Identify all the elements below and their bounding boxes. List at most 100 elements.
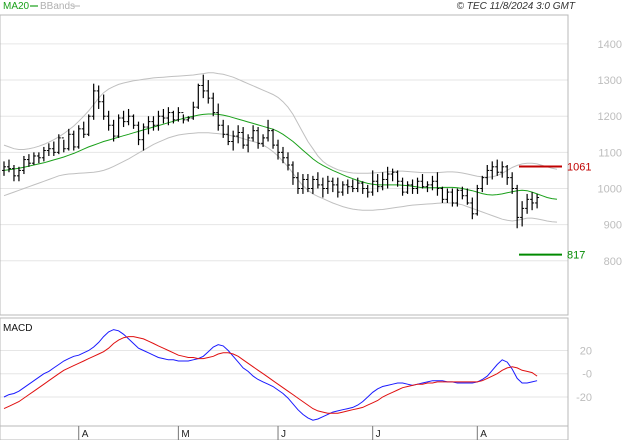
- macd-title: MACD: [3, 323, 32, 334]
- price-tick-label: 1200: [598, 111, 622, 123]
- price-bar: [535, 193, 540, 209]
- price-bar: [435, 172, 440, 196]
- price-bar: [510, 172, 515, 194]
- price-bar: [221, 119, 226, 138]
- price-tick-label: 900: [604, 220, 622, 232]
- price-bar: [191, 101, 196, 120]
- price-bar: [295, 172, 300, 194]
- price-tick-label: 1000: [598, 183, 622, 195]
- price-bar: [440, 186, 445, 203]
- price-bar: [246, 134, 251, 153]
- price-axis: 800 900 1000 1100 1200 1300 1400: [598, 39, 622, 268]
- price-tick-label: 1400: [598, 39, 622, 51]
- price-tick-label: 1100: [598, 147, 622, 159]
- price-bar: [91, 83, 96, 120]
- ma20-path: [3, 113, 558, 200]
- price-bar: [251, 125, 256, 142]
- price-bar: [320, 177, 325, 198]
- price-bar: [41, 146, 46, 162]
- price-bar: [46, 143, 51, 156]
- price-bar: [31, 152, 36, 165]
- price-bar: [21, 155, 26, 175]
- price-bar: [350, 179, 355, 193]
- macd-line: [3, 329, 538, 421]
- price-bar: [380, 172, 385, 191]
- price-bar: [450, 188, 455, 207]
- price-bar: [330, 177, 335, 193]
- price-bar: [400, 177, 405, 196]
- price-panel-frame: [0, 14, 569, 316]
- price-bar: [26, 154, 31, 167]
- price-bar: [365, 184, 370, 198]
- price-levels: 1061 817: [519, 161, 591, 262]
- price-bar: [445, 188, 450, 203]
- resistance-level-label: 1061: [567, 161, 591, 173]
- date-axis: AMJJA: [78, 426, 487, 440]
- macd-tick-label: -20: [576, 392, 592, 404]
- price-bar: [480, 175, 485, 193]
- price-bar: [61, 137, 66, 153]
- price-gridlines: [0, 43, 568, 262]
- macd-gridlines: [0, 350, 568, 398]
- price-bar: [36, 152, 41, 164]
- price-tick-label: 1300: [598, 75, 622, 87]
- ma20-line: [3, 113, 558, 200]
- price-bar: [495, 159, 500, 176]
- copyright-timestamp: © TEC 11/8/2024 3:0 GMT: [457, 1, 576, 12]
- price-bar: [11, 165, 16, 182]
- stock-chart: 1061 817 800 900 1000 1100 1200 1300 1400 20 -0 -…: [0, 1, 622, 440]
- price-bar: [285, 152, 290, 171]
- price-bar: [121, 110, 126, 128]
- price-bar: [325, 175, 330, 194]
- price-bar: [276, 139, 281, 160]
- price-bar: [51, 141, 56, 156]
- price-bar: [525, 193, 530, 214]
- price-bar: [76, 125, 81, 149]
- legend-bbands-label: BBands: [40, 1, 75, 12]
- price-bar: [281, 146, 285, 164]
- price-bar: [405, 181, 410, 194]
- price-bar: [420, 174, 425, 189]
- macd-tick-label: -0: [582, 369, 592, 381]
- price-bar: [335, 177, 340, 198]
- price-bars: [2, 74, 540, 229]
- price-bar: [360, 181, 365, 194]
- price-bar: [66, 128, 71, 151]
- price-bar: [425, 181, 430, 193]
- price-bar: [520, 201, 525, 227]
- bband-upper-line: [3, 72, 558, 178]
- price-bar: [126, 108, 131, 126]
- price-bar: [206, 80, 211, 104]
- month-tick-label: J: [281, 429, 286, 440]
- price-bar: [415, 177, 420, 194]
- support-level-label: 817: [567, 250, 585, 262]
- month-tick-label: A: [82, 429, 89, 440]
- price-bar: [196, 83, 201, 109]
- price-bar: [345, 179, 350, 194]
- price-bar: [485, 165, 490, 185]
- price-bar: [256, 127, 261, 149]
- price-bar: [106, 110, 111, 131]
- price-bar: [86, 114, 91, 137]
- legend-ma20-label: MA20: [3, 1, 30, 12]
- price-bar: [216, 103, 221, 131]
- price-bar: [236, 125, 241, 144]
- macd-panel-frame: [0, 317, 569, 427]
- price-bar: [310, 175, 315, 194]
- price-bar: [2, 161, 6, 176]
- price-bar: [370, 170, 375, 196]
- macd-tick-label: 20: [580, 346, 592, 358]
- bband-lower-line: [3, 132, 558, 223]
- price-bar: [266, 119, 271, 142]
- price-bar: [156, 110, 161, 131]
- price-bar: [141, 123, 146, 151]
- price-bar: [530, 192, 535, 211]
- price-bar: [231, 130, 236, 151]
- price-bar: [116, 114, 121, 138]
- price-bar: [136, 121, 141, 146]
- month-tick-label: A: [480, 429, 487, 440]
- price-bar: [505, 165, 510, 185]
- macd-lines: [3, 329, 538, 421]
- month-tick-label: M: [181, 429, 189, 440]
- price-bar: [315, 172, 320, 189]
